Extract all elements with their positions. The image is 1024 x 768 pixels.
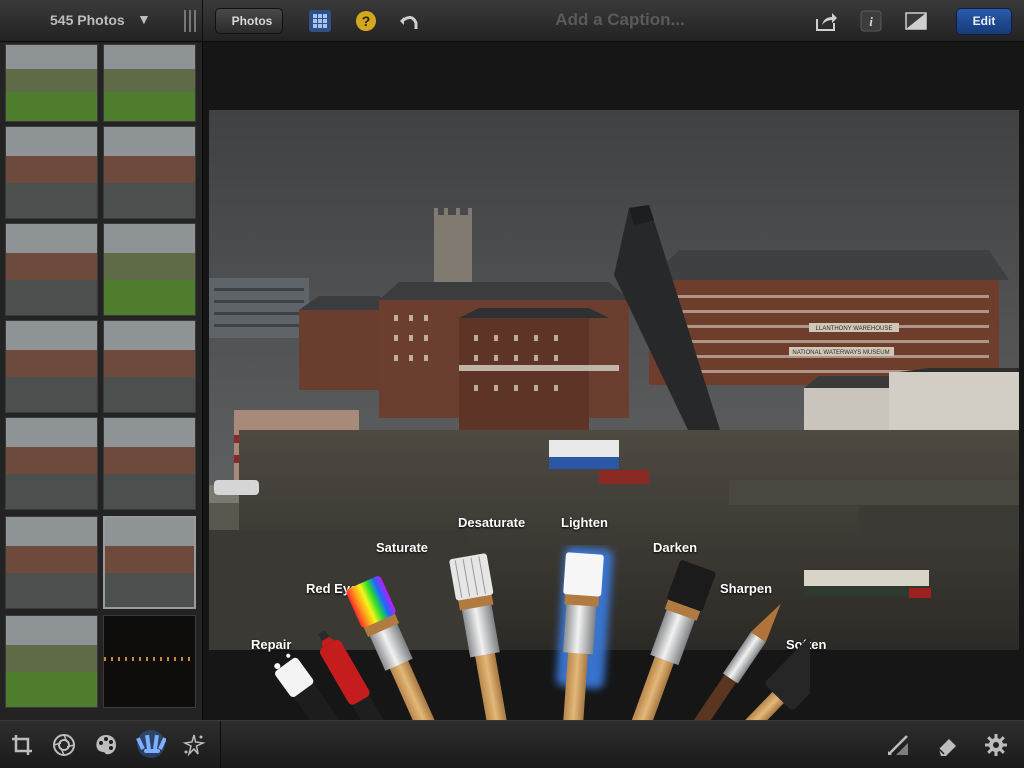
- photo-thumbnail[interactable]: [103, 126, 196, 219]
- svg-text:i: i: [869, 14, 873, 29]
- thumbnail-mid: [6, 447, 97, 475]
- color-icon[interactable]: [94, 733, 118, 757]
- help-icon[interactable]: ?: [354, 9, 378, 33]
- caption-field[interactable]: Add a Caption...: [520, 10, 720, 30]
- thumbnail-sky: [6, 418, 97, 448]
- album-selector[interactable]: 545 Photos ▼: [0, 0, 203, 42]
- photo-thumbnail[interactable]: [5, 223, 98, 316]
- thumbnail-sidebar: [0, 42, 203, 720]
- undo-icon[interactable]: [398, 9, 422, 33]
- thumbnail-bot: [6, 92, 97, 121]
- thumbnail-sky: [6, 45, 97, 70]
- thumbnail-bot: [104, 92, 195, 121]
- photo-thumbnail[interactable]: [103, 516, 196, 609]
- bottom-toolbar: [0, 720, 1024, 768]
- thumbnail-bot: [104, 474, 195, 509]
- warehouse-sign-2: NATIONAL WATERWAYS MUSEUM: [792, 350, 889, 356]
- thumbnail-mid: [104, 156, 195, 184]
- thumbnail-sky: [104, 616, 195, 646]
- thumbnail-bot: [104, 377, 195, 412]
- thumbnail-bot: [104, 280, 195, 315]
- info-icon[interactable]: i: [859, 9, 883, 33]
- thumbnail-mid: [104, 253, 195, 281]
- exposure-icon[interactable]: [52, 733, 76, 757]
- thumbnail-mid: [104, 447, 195, 475]
- sidebar-grip-icon[interactable]: [184, 10, 196, 32]
- toolbar-divider: [220, 721, 221, 768]
- crop-icon[interactable]: [10, 733, 34, 757]
- photo-thumbnail[interactable]: [103, 417, 196, 510]
- thumbnail-bot: [6, 474, 97, 509]
- photo-thumbnail[interactable]: [5, 44, 98, 122]
- album-photo-count: 545 Photos: [50, 12, 125, 28]
- photo-thumbnail[interactable]: [103, 320, 196, 413]
- thumbnail-bot: [6, 183, 97, 218]
- photo-thumbnail[interactable]: [5, 615, 98, 708]
- grid-icon[interactable]: [308, 9, 332, 33]
- gear-icon[interactable]: [984, 733, 1008, 757]
- thumbnail-mid: [6, 156, 97, 184]
- thumbnail-sky: [104, 224, 195, 254]
- photo-thumbnail[interactable]: [103, 615, 196, 708]
- thumbnail-mid: [104, 350, 195, 378]
- photo-editor-app: 545 Photos ▼ Photos ? Add a Caption... i…: [0, 0, 1024, 768]
- brush-settings-icon[interactable]: [886, 733, 910, 757]
- photo-thumbnail[interactable]: [103, 44, 196, 122]
- thumbnail-bot: [105, 573, 194, 607]
- thumbnail-mid: [6, 69, 97, 93]
- thumbnail-sky: [6, 517, 97, 547]
- dropdown-arrow-icon: ▼: [137, 11, 151, 27]
- thumbnail-sky: [104, 127, 195, 157]
- thumbnail-sky: [104, 45, 195, 70]
- compare-icon[interactable]: [904, 9, 928, 33]
- thumbnail-sky: [105, 518, 194, 547]
- thumbnail-sky: [6, 321, 97, 351]
- thumbnail-mid: [6, 645, 97, 673]
- warehouse-sign-1: LLANTHONY WAREHOUSE: [816, 326, 893, 332]
- thumbnail-mid: [6, 253, 97, 281]
- thumbnail-lights: [104, 656, 195, 661]
- photo-thumbnail[interactable]: [103, 223, 196, 316]
- thumbnail-bot: [104, 672, 195, 707]
- thumbnail-bot: [6, 377, 97, 412]
- thumbnail-mid: [105, 546, 194, 574]
- thumbnail-sky: [104, 321, 195, 351]
- photo-thumbnail[interactable]: [5, 516, 98, 609]
- thumbnail-sky: [6, 616, 97, 646]
- thumbnail-bot: [6, 672, 97, 707]
- brush-label-desaturate[interactable]: Desaturate: [458, 515, 525, 530]
- edit-button[interactable]: Edit: [956, 8, 1012, 35]
- thumbnail-mid: [6, 350, 97, 378]
- photo-thumbnail[interactable]: [5, 417, 98, 510]
- thumbnail-mid: [104, 69, 195, 93]
- top-toolbar: 545 Photos ▼ Photos ? Add a Caption... i…: [0, 0, 1024, 42]
- brushes-icon[interactable]: [136, 729, 167, 759]
- thumbnail-bot: [6, 280, 97, 315]
- thumbnail-bot: [6, 573, 97, 608]
- thumbnail-sky: [6, 224, 97, 254]
- photo-thumbnail[interactable]: [5, 320, 98, 413]
- eraser-icon[interactable]: [936, 733, 960, 757]
- thumbnail-sky: [104, 418, 195, 448]
- share-icon[interactable]: [814, 9, 838, 33]
- photos-back-button[interactable]: Photos: [215, 8, 283, 34]
- photo-thumbnail[interactable]: [5, 126, 98, 219]
- thumbnail-sky: [6, 127, 97, 157]
- brush-label-lighten[interactable]: Lighten: [561, 515, 608, 530]
- effects-icon[interactable]: [182, 733, 206, 757]
- thumbnail-mid: [6, 546, 97, 574]
- svg-text:?: ?: [362, 13, 371, 29]
- thumbnail-bot: [104, 183, 195, 218]
